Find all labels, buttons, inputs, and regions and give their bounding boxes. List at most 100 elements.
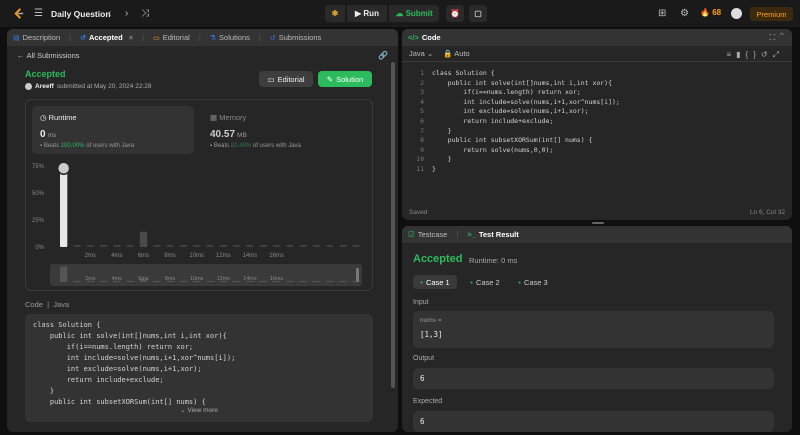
solution-label: Solution — [336, 74, 364, 84]
tab-accepted[interactable]: ↺ Accepted × — [80, 33, 133, 42]
divider: | — [198, 33, 201, 42]
chart-bar — [126, 244, 134, 247]
history-icon: ↺ — [269, 34, 276, 42]
user-avatar[interactable] — [731, 8, 742, 19]
tab-label: Testcase — [417, 230, 448, 239]
format-icon[interactable]: ≡ — [726, 50, 736, 59]
share-link-icon[interactable]: 🔗 — [378, 51, 388, 60]
tab-label: Description — [22, 33, 61, 42]
line-number: 10 — [416, 155, 424, 164]
daily-question-title[interactable]: Daily Question — [51, 9, 111, 19]
debug-button[interactable]: ✱ — [325, 5, 345, 22]
premium-button[interactable]: Premium — [750, 7, 793, 21]
reset-icon[interactable]: ↺ — [761, 50, 773, 59]
tab-submissions[interactable]: ↺ Submissions — [270, 33, 321, 42]
x-tick-label: 6ms — [138, 253, 149, 259]
close-tab-icon[interactable]: × — [129, 33, 133, 42]
terminal-icon: >_ — [467, 230, 476, 239]
beats-prefix: Beats — [213, 143, 230, 149]
tab-code[interactable]: </> Code — [408, 33, 441, 42]
chevron-up-icon[interactable]: ⌃ — [780, 33, 784, 42]
pass-dot-icon: • — [470, 277, 473, 287]
submitted-code: class Solution { public int solve(int[]n… — [25, 314, 373, 422]
tab-description[interactable]: ▤ Description — [13, 33, 60, 42]
result-tabs: ☑ Testcase | >_ Test Result — [402, 226, 792, 243]
memory-beats: ▪ Beats 82.48% of users with Java — [210, 143, 301, 149]
chevron-down-icon: ⌄ — [180, 407, 186, 414]
editor-toolbar: Java ⌄ 🔒 Auto ≡▮{}↺⤢ — [402, 46, 792, 62]
runtime-value: 0 ms — [40, 129, 56, 140]
notes-button[interactable]: ▢ — [469, 5, 487, 22]
brush-tick-label: 12ms — [217, 276, 231, 282]
layout-grid-icon[interactable]: ⊞ — [658, 8, 666, 19]
view-more-button[interactable]: ⌄ View more — [25, 406, 373, 414]
tab-label: Test Result — [478, 230, 519, 239]
code-line: public int subsetXORSum(int[] nums) { — [33, 398, 206, 406]
brush-tick-label: 10ms — [190, 276, 204, 282]
run-button[interactable]: ▶ Run — [347, 5, 387, 22]
next-icon[interactable]: › — [125, 8, 128, 19]
bookmark-icon[interactable]: ▮ — [736, 50, 745, 59]
tab-test-result[interactable]: >_ Test Result — [467, 230, 518, 239]
case-tab-2[interactable]: • Case 2 — [463, 275, 507, 289]
y-tick-label: 75% — [32, 164, 45, 170]
problem-list-icon[interactable]: ☰ — [34, 8, 43, 19]
brush-handle — [356, 268, 359, 282]
timer-button[interactable]: ⏰ — [446, 5, 464, 22]
back-label: All Submissions — [26, 51, 80, 60]
prev-icon[interactable]: ‹ — [108, 8, 111, 19]
editorial-button[interactable]: ▭ Editorial — [259, 71, 313, 87]
auto-mode[interactable]: 🔒 Auto — [443, 49, 469, 58]
editor-line: } — [432, 126, 452, 135]
pass-dot-icon: • — [420, 277, 423, 287]
runtime-card[interactable]: ◷ Runtime 0 ms ▪ Beats 100.00% of users w… — [32, 106, 194, 154]
brush-bar — [206, 281, 214, 282]
solution-button[interactable]: ✎ Solution — [318, 71, 372, 87]
settings-gear-icon[interactable]: ⚙ — [680, 8, 689, 19]
line-number: 11 — [416, 165, 424, 173]
submit-label: Submit — [405, 9, 433, 18]
stats-box: ◷ Runtime 0 ms ▪ Beats 100.00% of users w… — [25, 99, 373, 291]
code-icon: </> — [408, 33, 419, 42]
memory-card[interactable]: ▦ Memory 40.57 MB ▪ Beats 82.48% of users… — [202, 106, 367, 154]
streak-counter[interactable]: 🔥 68 — [700, 8, 721, 17]
case-tab-1[interactable]: • Case 1 — [413, 275, 457, 289]
case-tab-3[interactable]: • Case 3 — [511, 275, 555, 289]
brush-bar — [153, 281, 161, 282]
tab-label: Code — [421, 33, 441, 42]
editor-line: class Solution { — [432, 69, 495, 77]
panel-resize-handle[interactable] — [402, 221, 792, 225]
language-value: Java — [409, 49, 425, 58]
submitted-time: submitted at May 20, 2024 22:28 — [56, 83, 152, 90]
line-number: 1 — [420, 69, 424, 77]
tab-testcase[interactable]: ☑ Testcase — [408, 230, 447, 239]
brush-tick-label: 6ms — [138, 276, 149, 282]
output-label: Output — [413, 355, 435, 362]
x-tick-label: 12ms — [216, 253, 231, 259]
scrollbar[interactable] — [391, 62, 395, 388]
tab-editorial[interactable]: ▭ Editorial — [153, 33, 190, 42]
maximize-icon[interactable]: ⛶ — [770, 33, 776, 42]
line-number: 8 — [420, 136, 424, 145]
beats-percent: 82.48% — [230, 143, 252, 149]
tab-solutions[interactable]: ⚗ Solutions — [210, 33, 250, 42]
submit-button[interactable]: ☁ Submit — [389, 5, 439, 22]
x-tick-label: 2ms — [85, 253, 96, 259]
expand-icon[interactable]: ⤢ — [773, 50, 784, 59]
expected-box: 6 — [413, 411, 774, 432]
y-tick-label: 25% — [32, 218, 45, 224]
play-icon: ▶ — [355, 9, 364, 18]
language-select[interactable]: Java ⌄ — [409, 49, 433, 58]
editor-line: return include+exclude; — [432, 117, 554, 125]
all-submissions-link[interactable]: ← All Submissions — [17, 51, 80, 60]
beats-suffix: of users with Java — [252, 143, 301, 149]
checkbox-icon: ☑ — [408, 230, 415, 239]
shuffle-icon[interactable]: ⤨ — [141, 8, 149, 19]
author-name[interactable]: Areeff — [35, 83, 54, 90]
leetcode-logo[interactable] — [12, 7, 25, 20]
editor-line: public int subsetXORSum(int[] nums) { — [432, 136, 593, 145]
editor-panel: </> Code ⛶ ⌃ Java ⌄ 🔒 Auto ≡▮{}↺⤢ 1 class … — [402, 29, 792, 220]
braces-icon[interactable]: {} — [746, 50, 761, 59]
brush-bar — [232, 281, 241, 282]
code-line: return include+exclude; — [33, 376, 164, 384]
